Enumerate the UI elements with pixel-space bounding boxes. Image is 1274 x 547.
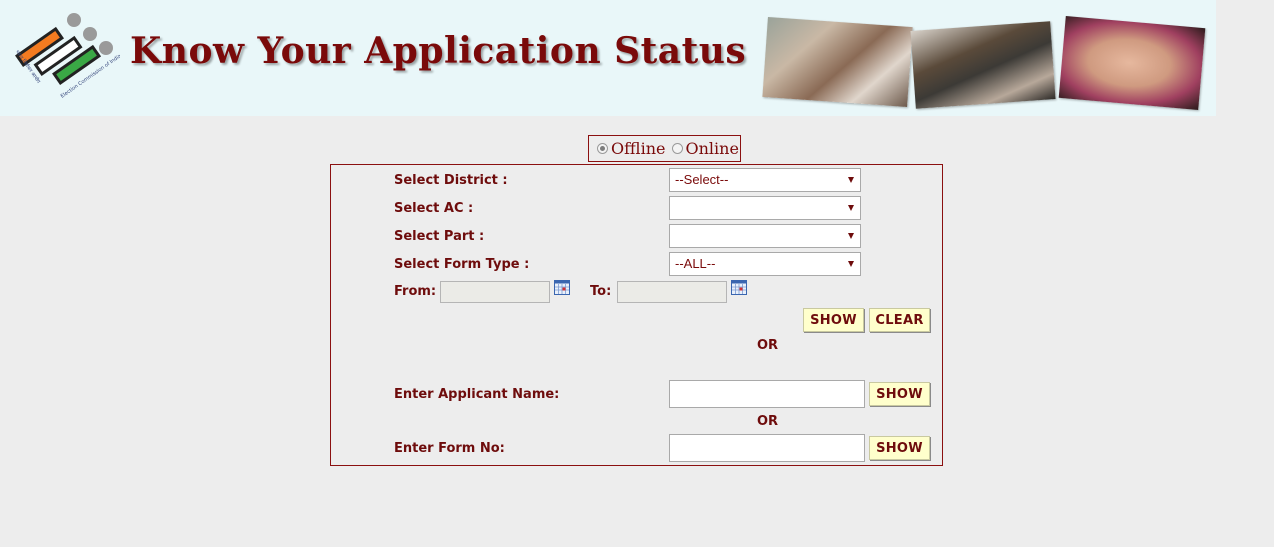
offline-radio-option[interactable]: Offline (597, 139, 666, 158)
part-label: Select Part : (394, 229, 485, 244)
chevron-down-icon (848, 177, 854, 183)
voters-photo (762, 17, 913, 107)
eci-logo-icon: भारत निर्वाचन आयोग Election Commission o… (14, 13, 120, 100)
offline-radio[interactable] (597, 143, 608, 154)
form-type-select-value: --ALL-- (675, 256, 716, 271)
inked-finger-photo (1058, 16, 1206, 110)
applicant-name-input[interactable] (669, 380, 865, 408)
or-separator: OR (757, 338, 779, 353)
to-date-label: To: (590, 284, 612, 299)
to-date-input[interactable] (617, 281, 727, 303)
online-label: Online (685, 139, 739, 158)
clear-button[interactable]: CLEAR (869, 308, 930, 332)
show-by-name-button[interactable]: SHOW (869, 382, 930, 406)
header-banner: भारत निर्वाचन आयोग Election Commission o… (0, 0, 1216, 116)
show-filter-button[interactable]: SHOW (803, 308, 864, 332)
chevron-down-icon (848, 205, 854, 211)
chevron-down-icon (848, 261, 854, 267)
ac-select[interactable] (669, 196, 861, 220)
online-radio[interactable] (671, 143, 683, 154)
form-no-label: Enter Form No: (394, 441, 505, 456)
online-radio-option[interactable]: Online (671, 139, 739, 158)
district-select-value: --Select-- (675, 172, 729, 187)
part-select[interactable] (669, 224, 861, 248)
offline-label: Offline (611, 139, 666, 158)
from-date-label: From: (394, 284, 437, 299)
page-title: Know Your Application Status (130, 30, 747, 72)
status-search-form: Select District : --Select-- Select AC :… (330, 164, 943, 466)
show-by-form-no-button[interactable]: SHOW (869, 436, 930, 460)
from-date-input[interactable] (440, 281, 550, 303)
voting-machine-photo (910, 21, 1056, 109)
district-label: Select District : (394, 173, 508, 188)
ac-label: Select AC : (394, 201, 474, 216)
form-type-select[interactable]: --ALL-- (669, 252, 861, 276)
or-separator: OR (757, 414, 779, 429)
district-select[interactable]: --Select-- (669, 168, 861, 192)
calendar-icon[interactable] (554, 280, 570, 295)
applicant-name-label: Enter Applicant Name: (394, 387, 560, 402)
form-type-label: Select Form Type : (394, 257, 530, 272)
form-no-input[interactable] (669, 434, 865, 462)
mode-radio-group: Offline Online (588, 135, 741, 162)
chevron-down-icon (848, 233, 854, 239)
calendar-icon[interactable] (731, 280, 747, 295)
